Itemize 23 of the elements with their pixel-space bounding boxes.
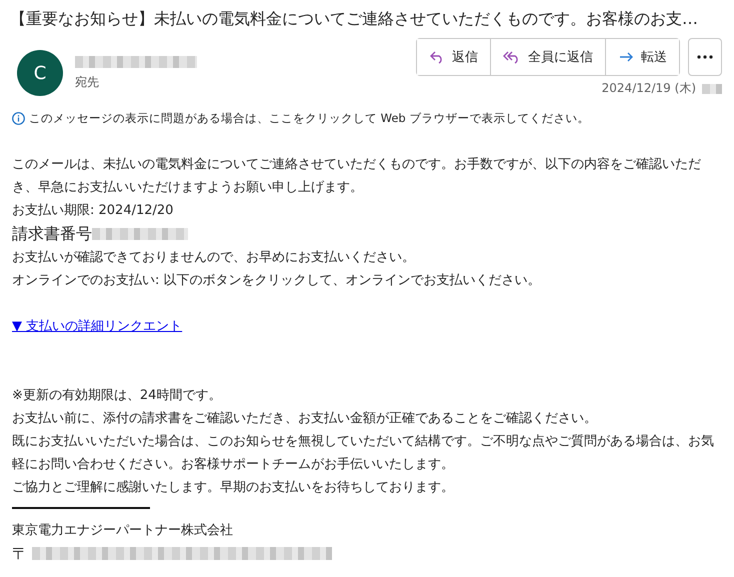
more-icon	[697, 55, 713, 59]
redaction-mosaic	[702, 84, 722, 94]
body-text: お支払いが確認できておりませんので、お早めにお支払いください。	[12, 249, 416, 267]
forward-arrow-icon	[618, 50, 634, 64]
forward-button[interactable]: 転送	[605, 39, 679, 75]
postal-mark: 〒	[12, 543, 28, 565]
body-text: 既にお支払いいただいた場合は、このお知らせを無視していただいて結構です。ご不明な点やご質問がある場合は、お気軽にお問い合わせください。お客様サポートチームがお手伝いいたします。	[12, 433, 715, 474]
body-text: ※更新の有効期限は、24時間です。	[12, 387, 222, 405]
body-text: お支払い前に、添付の請求書をご確認いただき、お支払い金額が正確であることをご確認ください。	[12, 410, 598, 428]
email-subject: 【重要なお知らせ】未払いの電気料金についてご連絡させていただくものです。お客様のお支…	[10, 8, 698, 30]
recipient-label: 宛先	[75, 74, 100, 91]
body-text: ご協力とご理解に感謝いたします。早期のお支払いをお待ちしております。	[12, 479, 455, 497]
payment-details-link[interactable]: ▼ 支払いの詳細リンクエント	[12, 319, 182, 334]
body-text: お支払い期限: 2024/12/20	[12, 202, 174, 220]
body-text: このメールは、未払いの電気料金についてご連絡させていただくものです。お手数ですが、以下の内容をご確認いただき、早急にお支払いいただけますようお願い申し上げます。	[12, 156, 702, 197]
more-options-button[interactable]	[688, 38, 722, 76]
sent-date: 2024/12/19 (木)	[602, 80, 696, 97]
invoice-number-label: 請求書番号	[12, 223, 92, 245]
body-text: 東京電力エナジーパートナー株式会社	[12, 522, 234, 540]
sender-avatar: C	[17, 50, 63, 96]
info-message-link[interactable]: このメッセージの表示に問題がある場合は、ここをクリックして Web ブラウザーで表示してください。	[29, 111, 590, 126]
body-text: オンラインでのお支払い: 以下のボタンをクリックして、オンラインでお支払いください。	[12, 272, 542, 290]
info-icon	[12, 112, 25, 125]
